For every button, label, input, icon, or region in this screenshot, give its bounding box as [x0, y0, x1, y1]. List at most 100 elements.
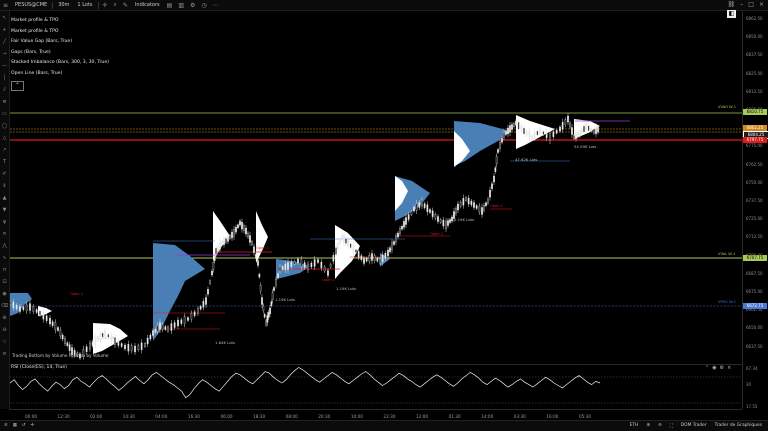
symbol-selector[interactable]: PESUS@CME [11, 2, 51, 8]
pattern-icon[interactable]: ⋀ [1, 243, 8, 249]
text-icon[interactable]: T [1, 159, 8, 165]
fibonacci-icon[interactable]: ≣ [1, 99, 8, 105]
minimize-icon[interactable]: – [740, 1, 743, 8]
candle-body [555, 130, 558, 134]
indicator-item[interactable]: Open Line (Bars, True) [11, 69, 109, 80]
close-icon[interactable]: × [759, 1, 764, 8]
candle-body [590, 128, 593, 132]
chart-type-icon[interactable]: ▥ [175, 2, 187, 9]
candle-body [579, 130, 581, 136]
time-axis-label: 03:30 [513, 414, 526, 419]
zoom-in-icon[interactable]: ⊕ [646, 423, 650, 429]
indicator-item[interactable]: Gaps (Bars, True) [11, 48, 109, 59]
ray-icon[interactable]: → [1, 51, 8, 57]
crosshair-tool-icon[interactable]: + [1, 27, 8, 33]
candle-body [107, 334, 110, 338]
indicators-button[interactable]: Indicators [131, 2, 164, 8]
horizontal-line-icon[interactable]: — [1, 63, 8, 69]
time-axis-label: 00:00 [24, 414, 38, 419]
candle-body [10, 301, 11, 305]
triangle-icon[interactable]: △ [1, 135, 8, 141]
settings-icon[interactable]: ⚙ [187, 2, 198, 9]
star-icon[interactable]: ☆ [1, 339, 8, 345]
eye-icon[interactable]: ◉ [712, 365, 716, 371]
session-selector[interactable]: ETH [630, 423, 639, 429]
status-left-icons: ≡ ▦ ↺ ✛ [4, 423, 34, 428]
pitchfork-icon[interactable]: ψ [1, 219, 8, 225]
chart-trader-button[interactable]: Trader de Graphiques [715, 423, 762, 429]
crosshair-icon[interactable]: ✛ [100, 2, 111, 9]
link-icon[interactable]: ⛓ [728, 1, 736, 8]
fullscreen-icon[interactable]: ⛶ [670, 423, 673, 429]
candle-body [505, 131, 507, 135]
candle-body [130, 345, 133, 351]
candle-body [290, 261, 293, 267]
dom-trader-button[interactable]: DOM Trader [681, 423, 707, 429]
crosshair-icon[interactable]: ✛ [31, 423, 35, 428]
vertical-line-icon[interactable]: │ [1, 75, 8, 81]
maximize-icon[interactable]: □ [748, 1, 754, 8]
price-axis-label: 6862.50 [746, 16, 763, 21]
rsi-pane[interactable] [10, 364, 742, 410]
rectangle-icon[interactable]: ▭ [1, 111, 8, 117]
profile-volume-label: 1.19K Lots [275, 297, 295, 302]
gann-icon[interactable]: ✕ [1, 231, 8, 237]
lock-icon[interactable]: ⊡ [1, 279, 8, 285]
channel-icon[interactable]: ⫽ [1, 87, 8, 93]
draw-icon[interactable]: ✎ [120, 2, 131, 9]
zoom-out-icon[interactable]: ⊖ [1, 327, 8, 333]
indicator-item[interactable]: Fair Value Gap (Bars, True) [11, 37, 109, 48]
candle-body [515, 120, 517, 126]
cycle-icon[interactable]: ∿ [1, 255, 8, 261]
list-icon[interactable]: ≡ [4, 423, 8, 428]
arrow-icon[interactable]: ↗ [1, 147, 8, 153]
indicator-item[interactable]: Market profile & TPO [11, 16, 109, 27]
candle-body [68, 344, 71, 351]
settings-icon[interactable]: ⚙ [720, 365, 724, 371]
zoom-in-icon[interactable]: ⊕ [1, 315, 8, 321]
long-position-icon[interactable]: ▲ [1, 195, 8, 201]
indicator-item[interactable]: Market profile & TPO [11, 27, 109, 38]
template-icon[interactable]: ▤ [164, 2, 176, 9]
lots-selector[interactable]: 1 Lots [73, 2, 96, 8]
timeframe-selector[interactable]: 30m [54, 2, 73, 8]
candle-body [114, 337, 116, 345]
ellipse-icon[interactable]: ◯ [1, 123, 8, 129]
short-position-icon[interactable]: ▼ [1, 207, 8, 213]
alert-icon[interactable]: ◷ [198, 2, 209, 9]
zoom-out-icon[interactable]: ⊖ [658, 423, 662, 429]
candle-body [261, 297, 263, 305]
price-badge-val: 6707.75 [743, 255, 767, 261]
chart-trader-toggle[interactable]: ◧ [727, 10, 736, 18]
menu-icon[interactable]: ≡ [0, 2, 11, 9]
collapse-legend-button[interactable]: ⌃ [11, 81, 24, 91]
candle-body [233, 229, 235, 237]
grid-icon[interactable]: ▦ [13, 423, 17, 428]
trash-icon[interactable]: ⌫ [1, 303, 8, 309]
brush-icon[interactable]: ✐ [1, 171, 8, 177]
candle-body [212, 262, 215, 270]
indicator-item[interactable]: Stacked Imbalance (Bars, 300, 3, 30, Tru… [11, 58, 109, 69]
candle-body [300, 259, 303, 267]
trendline-icon[interactable]: ╱ [1, 39, 8, 45]
close-icon[interactable]: × [727, 365, 731, 371]
price-axis-label: 6750.00 [746, 179, 763, 185]
candle-body [426, 204, 429, 212]
history-icon[interactable]: ↺ [22, 423, 26, 428]
candle-body [407, 214, 410, 220]
eye-icon[interactable]: ◉ [1, 291, 8, 297]
price-axis[interactable]: 6862.506850.006837.506825.006812.506800.… [742, 11, 768, 364]
more-icon[interactable]: ⋯ [210, 2, 222, 9]
candle-body [451, 216, 453, 222]
candle-body [511, 124, 513, 130]
rsi-title[interactable]: RSI (Close(ES), 14, True) [11, 365, 67, 370]
measure-icon[interactable]: ⇕ [1, 183, 8, 189]
layers-icon[interactable]: ≡ [1, 351, 8, 357]
candle-body [373, 255, 376, 261]
cursor-icon[interactable]: ↖ [1, 15, 8, 21]
candle-body [15, 304, 18, 310]
price-chart[interactable]: Open 1 Open 1 Open 1 Open 1 Open 1 1.13K… [10, 11, 742, 364]
zoom-icon[interactable]: ⌕ [111, 1, 120, 9]
magnet-icon[interactable]: ⊓ [1, 267, 8, 273]
arrow-up-icon[interactable]: ⌃ [705, 365, 709, 371]
